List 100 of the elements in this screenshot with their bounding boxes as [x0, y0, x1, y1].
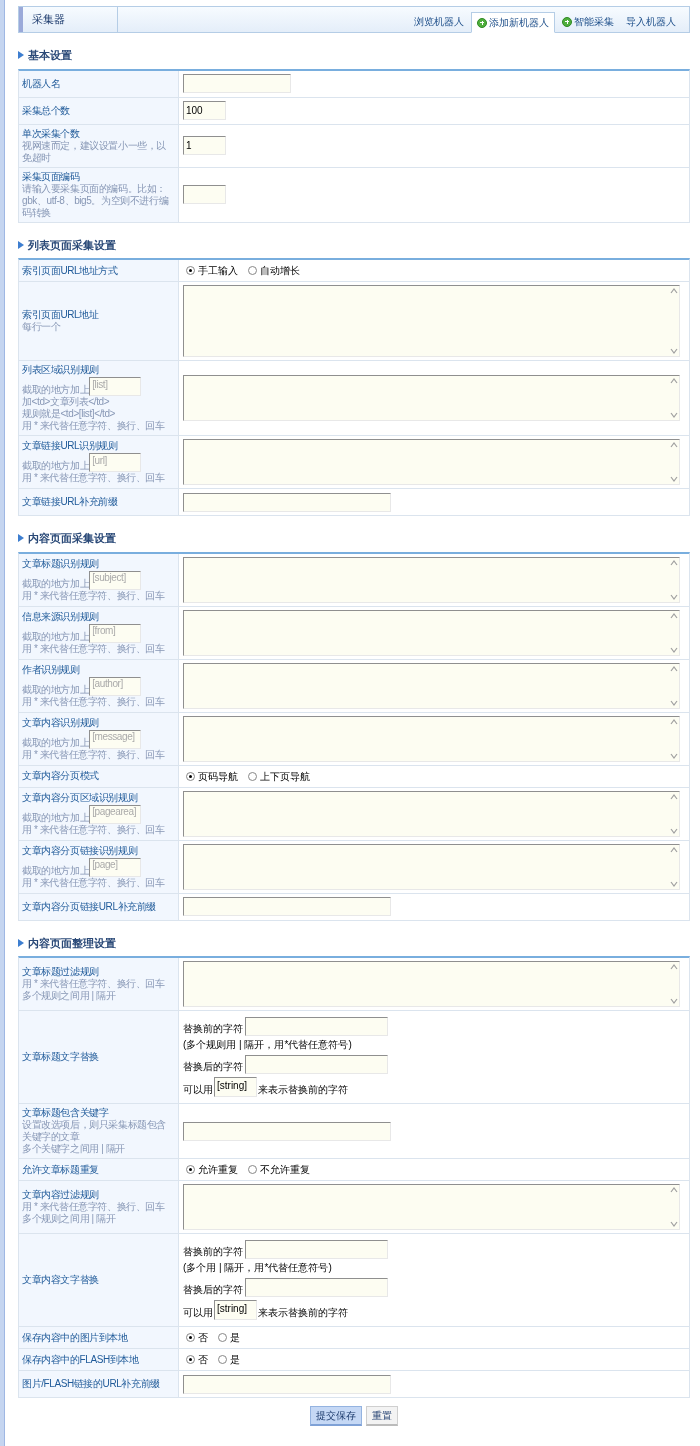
input-field[interactable]: [183, 1121, 391, 1141]
radio-label[interactable]: 自动增长: [260, 263, 300, 278]
scroll-down-icon[interactable]: [669, 347, 679, 355]
scroll-down-icon[interactable]: [669, 751, 679, 760]
hint-text: 用 * 来代替任意字符、换行、回车: [22, 978, 166, 990]
scroll-up-icon[interactable]: [669, 664, 679, 673]
input-field[interactable]: [subject]: [89, 570, 142, 590]
textarea-field[interactable]: [183, 790, 680, 837]
radio-button[interactable]: [218, 1355, 227, 1364]
textarea-field[interactable]: [183, 556, 680, 603]
input-field[interactable]: [author]: [89, 676, 142, 696]
field-label: 替换后的字符: [183, 1283, 243, 1297]
scrollbar[interactable]: [669, 376, 679, 420]
scroll-up-icon[interactable]: [669, 287, 679, 295]
tab[interactable]: 智能采集: [557, 11, 619, 32]
scroll-up-icon[interactable]: [669, 717, 679, 726]
radio-button[interactable]: [248, 1165, 257, 1174]
field-label: 文章链接URL识别规则: [22, 440, 119, 452]
textarea-field[interactable]: [183, 439, 680, 485]
input-field[interactable]: [list]: [89, 377, 142, 396]
radio-label[interactable]: 允许重复: [198, 1162, 238, 1177]
textarea-field[interactable]: [183, 285, 680, 357]
scroll-up-icon[interactable]: [669, 963, 679, 971]
input-field[interactable]: [245, 1278, 388, 1297]
textarea-field[interactable]: [183, 715, 680, 762]
input-field[interactable]: 100: [183, 101, 226, 120]
scrollbar[interactable]: [669, 1185, 679, 1229]
radio-button[interactable]: [186, 771, 195, 781]
radio-label[interactable]: 否: [198, 1330, 208, 1345]
field-label: 文章内容分页模式: [22, 770, 100, 782]
scroll-up-icon[interactable]: [669, 792, 679, 801]
hint-text: 规则就是<td>[list]</td>: [22, 408, 116, 420]
radio-button[interactable]: [248, 266, 257, 275]
radio-button[interactable]: [186, 266, 195, 275]
textarea-field[interactable]: [183, 843, 680, 890]
scroll-down-icon[interactable]: [669, 997, 679, 1005]
radio-button[interactable]: [248, 771, 257, 781]
hint-text: 多个规则之间用 | 隔开: [22, 990, 117, 1002]
input-field[interactable]: [245, 1240, 388, 1259]
input-field[interactable]: [183, 74, 291, 93]
input-field[interactable]: [pagearea]: [89, 804, 142, 824]
input-field[interactable]: [string]: [214, 1077, 257, 1097]
textarea-field[interactable]: [183, 1184, 680, 1230]
radio-button[interactable]: [186, 1333, 195, 1342]
input-field[interactable]: [183, 185, 226, 204]
radio-label[interactable]: 否: [198, 1352, 208, 1367]
scrollbar[interactable]: [669, 440, 679, 484]
textarea-field[interactable]: [183, 662, 680, 709]
radio-label[interactable]: 页码导航: [198, 768, 238, 784]
scroll-up-icon[interactable]: [669, 377, 679, 385]
textarea-field[interactable]: [183, 961, 680, 1007]
radio-label[interactable]: 是: [230, 1330, 240, 1345]
input-field[interactable]: [url]: [89, 453, 142, 472]
submit-button[interactable]: 提交保存: [310, 1406, 362, 1426]
input-field[interactable]: [183, 492, 391, 512]
hint-text: 视网速而定，建议设置小一些，以免超时: [22, 139, 167, 164]
input-field[interactable]: [245, 1017, 388, 1036]
hint-text: 截取的地方加上: [22, 811, 90, 824]
input-field[interactable]: [from]: [89, 623, 142, 643]
input-field[interactable]: [string]: [214, 1300, 257, 1320]
radio-button[interactable]: [218, 1333, 227, 1342]
field-label: 单次采集个数: [22, 127, 81, 140]
field-label: 图片/FLASH链接的URL补充前缀: [22, 1378, 161, 1390]
reset-button[interactable]: 重置: [366, 1406, 398, 1426]
scroll-up-icon[interactable]: [669, 1186, 679, 1194]
scroll-down-icon[interactable]: [669, 475, 679, 483]
field-label: 索引页面URL地址: [22, 309, 100, 321]
scroll-down-icon[interactable]: [669, 879, 679, 888]
scrollbar[interactable]: [669, 962, 679, 1006]
scroll-up-icon[interactable]: [669, 845, 679, 854]
input-field[interactable]: [message]: [89, 729, 142, 749]
radio-label[interactable]: 不允许重复: [260, 1162, 310, 1177]
radio-label[interactable]: 手工输入: [198, 263, 238, 278]
radio-label[interactable]: 上下页导航: [260, 768, 310, 784]
tab[interactable]: 添加新机器人: [471, 12, 555, 33]
radio-button[interactable]: [186, 1355, 195, 1364]
field-label: 文章标题过滤规则: [22, 966, 100, 978]
input-field[interactable]: [page]: [89, 857, 142, 877]
scroll-up-icon[interactable]: [669, 558, 679, 567]
field-label: 替换前的字符: [183, 1245, 243, 1259]
scroll-down-icon[interactable]: [669, 1220, 679, 1228]
input-field[interactable]: [245, 1055, 388, 1074]
scroll-down-icon[interactable]: [669, 592, 679, 601]
hint-text: 截取的地方加上: [22, 736, 90, 749]
radio-button[interactable]: [186, 1165, 195, 1174]
tab[interactable]: 浏览机器人: [409, 11, 469, 32]
scrollbar[interactable]: [669, 286, 679, 356]
scroll-up-icon[interactable]: [669, 441, 679, 449]
scroll-down-icon[interactable]: [669, 645, 679, 654]
input-field[interactable]: [183, 1374, 391, 1394]
textarea-field[interactable]: [183, 609, 680, 656]
scroll-down-icon[interactable]: [669, 826, 679, 835]
textarea-field[interactable]: [183, 375, 680, 421]
scroll-down-icon[interactable]: [669, 698, 679, 707]
tab[interactable]: 导入机器人: [621, 11, 681, 32]
input-field[interactable]: [183, 897, 391, 916]
input-field[interactable]: 1: [183, 136, 226, 155]
scroll-down-icon[interactable]: [669, 411, 679, 419]
scroll-up-icon[interactable]: [669, 611, 679, 620]
radio-label[interactable]: 是: [230, 1352, 240, 1367]
